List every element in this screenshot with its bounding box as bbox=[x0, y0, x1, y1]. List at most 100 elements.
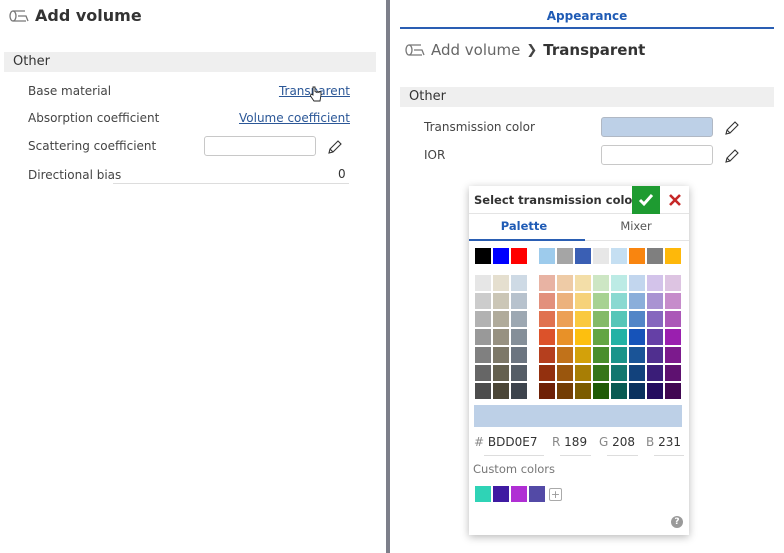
palette-color-swatch[interactable] bbox=[629, 383, 645, 399]
directional-bias-value[interactable]: 0 bbox=[338, 167, 346, 181]
palette-color-swatch[interactable] bbox=[647, 293, 663, 309]
palette-color-swatch[interactable] bbox=[665, 329, 681, 345]
palette-color-swatch[interactable] bbox=[557, 275, 573, 291]
palette-color-swatch[interactable] bbox=[611, 293, 627, 309]
palette-color-swatch[interactable] bbox=[647, 311, 663, 327]
palette-color-swatch[interactable] bbox=[575, 275, 591, 291]
custom-color-swatch[interactable] bbox=[529, 486, 545, 502]
gray-color-swatch[interactable] bbox=[511, 383, 527, 399]
palette-color-swatch[interactable] bbox=[611, 275, 627, 291]
palette-color-swatch[interactable] bbox=[611, 383, 627, 399]
recent-color-swatch[interactable] bbox=[539, 248, 555, 264]
gray-color-swatch[interactable] bbox=[493, 311, 509, 327]
green-value[interactable]: 208 bbox=[612, 435, 635, 449]
palette-color-swatch[interactable] bbox=[647, 365, 663, 381]
palette-color-swatch[interactable] bbox=[557, 383, 573, 399]
palette-color-swatch[interactable] bbox=[629, 293, 645, 309]
blue-value[interactable]: 231 bbox=[658, 435, 681, 449]
palette-color-swatch[interactable] bbox=[611, 311, 627, 327]
gray-color-swatch[interactable] bbox=[511, 293, 527, 309]
palette-color-swatch[interactable] bbox=[593, 293, 609, 309]
palette-color-swatch[interactable] bbox=[557, 347, 573, 363]
gray-color-swatch[interactable] bbox=[493, 329, 509, 345]
palette-color-swatch[interactable] bbox=[557, 365, 573, 381]
cancel-button[interactable] bbox=[662, 186, 688, 214]
gray-color-swatch[interactable] bbox=[511, 329, 527, 345]
palette-color-swatch[interactable] bbox=[611, 329, 627, 345]
palette-color-swatch[interactable] bbox=[539, 383, 555, 399]
palette-color-swatch[interactable] bbox=[665, 275, 681, 291]
pencil-icon[interactable] bbox=[327, 139, 343, 155]
custom-color-swatch[interactable] bbox=[493, 486, 509, 502]
gray-color-swatch[interactable] bbox=[493, 365, 509, 381]
transmission-color-field[interactable] bbox=[601, 117, 713, 137]
red-value[interactable]: 189 bbox=[564, 435, 587, 449]
ior-field[interactable] bbox=[601, 145, 713, 165]
pencil-icon[interactable] bbox=[724, 120, 740, 136]
palette-color-swatch[interactable] bbox=[539, 311, 555, 327]
palette-color-swatch[interactable] bbox=[665, 311, 681, 327]
palette-color-swatch[interactable] bbox=[575, 311, 591, 327]
hex-value[interactable]: BDD0E7 bbox=[488, 435, 538, 449]
palette-color-swatch[interactable] bbox=[557, 329, 573, 345]
recent-color-swatch[interactable] bbox=[665, 248, 681, 264]
recent-color-swatch[interactable] bbox=[629, 248, 645, 264]
gray-color-swatch[interactable] bbox=[475, 365, 491, 381]
gray-color-swatch[interactable] bbox=[511, 275, 527, 291]
palette-color-swatch[interactable] bbox=[575, 347, 591, 363]
palette-color-swatch[interactable] bbox=[665, 383, 681, 399]
palette-color-swatch[interactable] bbox=[575, 329, 591, 345]
breadcrumb-parent[interactable]: Add volume bbox=[431, 41, 520, 59]
palette-color-swatch[interactable] bbox=[647, 275, 663, 291]
palette-color-swatch[interactable] bbox=[539, 347, 555, 363]
absorption-coefficient-link[interactable]: Volume coefficient bbox=[239, 111, 350, 125]
add-custom-color-button[interactable]: + bbox=[549, 488, 562, 501]
recent-color-swatch[interactable] bbox=[611, 248, 627, 264]
section-header-other[interactable]: Other bbox=[400, 87, 774, 107]
gray-color-swatch[interactable] bbox=[475, 347, 491, 363]
palette-color-swatch[interactable] bbox=[593, 365, 609, 381]
gray-color-swatch[interactable] bbox=[475, 275, 491, 291]
basic-color-swatch[interactable] bbox=[475, 248, 491, 264]
palette-color-swatch[interactable] bbox=[593, 347, 609, 363]
palette-color-swatch[interactable] bbox=[647, 383, 663, 399]
blue-field[interactable]: B 231 bbox=[646, 435, 681, 449]
palette-color-swatch[interactable] bbox=[665, 365, 681, 381]
gray-color-swatch[interactable] bbox=[475, 383, 491, 399]
palette-color-swatch[interactable] bbox=[629, 365, 645, 381]
palette-color-swatch[interactable] bbox=[575, 293, 591, 309]
palette-color-swatch[interactable] bbox=[539, 365, 555, 381]
palette-color-swatch[interactable] bbox=[539, 329, 555, 345]
gray-color-swatch[interactable] bbox=[475, 311, 491, 327]
section-header-other[interactable]: Other bbox=[4, 52, 376, 72]
tab-palette[interactable]: Palette bbox=[469, 219, 579, 233]
palette-color-swatch[interactable] bbox=[611, 365, 627, 381]
gray-color-swatch[interactable] bbox=[511, 311, 527, 327]
palette-color-swatch[interactable] bbox=[593, 275, 609, 291]
recent-color-swatch[interactable] bbox=[575, 248, 591, 264]
palette-color-swatch[interactable] bbox=[593, 329, 609, 345]
palette-color-swatch[interactable] bbox=[665, 347, 681, 363]
gray-color-swatch[interactable] bbox=[475, 293, 491, 309]
palette-color-swatch[interactable] bbox=[665, 293, 681, 309]
palette-color-swatch[interactable] bbox=[557, 293, 573, 309]
palette-color-swatch[interactable] bbox=[539, 293, 555, 309]
palette-color-swatch[interactable] bbox=[557, 311, 573, 327]
recent-color-swatch[interactable] bbox=[647, 248, 663, 264]
recent-color-swatch[interactable] bbox=[593, 248, 609, 264]
gray-color-swatch[interactable] bbox=[493, 383, 509, 399]
basic-color-swatch[interactable] bbox=[511, 248, 527, 264]
gray-color-swatch[interactable] bbox=[475, 329, 491, 345]
tab-appearance[interactable]: Appearance bbox=[400, 9, 774, 23]
custom-color-swatch[interactable] bbox=[475, 486, 491, 502]
custom-color-swatch[interactable] bbox=[511, 486, 527, 502]
red-field[interactable]: R 189 bbox=[552, 435, 587, 449]
gray-color-swatch[interactable] bbox=[493, 293, 509, 309]
tab-mixer[interactable]: Mixer bbox=[581, 219, 691, 233]
palette-color-swatch[interactable] bbox=[611, 347, 627, 363]
palette-color-swatch[interactable] bbox=[629, 311, 645, 327]
palette-color-swatch[interactable] bbox=[593, 311, 609, 327]
gray-color-swatch[interactable] bbox=[493, 275, 509, 291]
palette-color-swatch[interactable] bbox=[647, 347, 663, 363]
pencil-icon[interactable] bbox=[724, 148, 740, 164]
